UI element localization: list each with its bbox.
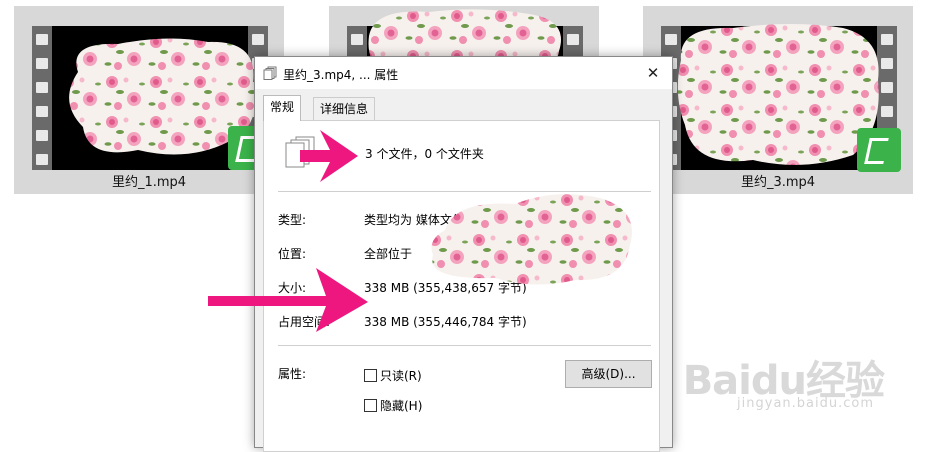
readonly-label: 只读(R) [380,369,422,383]
selection-summary: 3 个文件，0 个文件夹 [365,147,484,161]
thumbnail-caption: 里约_1.mp4 [111,175,187,190]
type-label: 类型: [278,213,307,227]
floral-cover-image [677,24,879,165]
location-value: 全部位于 [364,247,413,261]
tab-general[interactable]: 常规 [263,95,302,121]
title-bar[interactable]: 里约_3.mp4, ... 属性 ✕ [255,57,672,89]
readonly-checkbox[interactable]: 只读(R) [364,367,422,384]
arrow-icon [300,130,358,182]
location-label: 位置: [278,247,307,261]
close-button[interactable]: ✕ [640,61,666,85]
dialog-title: 里约_3.mp4, ... 属性 [283,68,399,82]
file-stack-icon [263,66,277,80]
video-thumbnail-1[interactable]: 里约_1.mp4 [14,6,284,194]
hidden-checkbox[interactable]: 隐藏(H) [364,397,422,414]
checkbox-icon [364,399,377,412]
thumbnail-caption: 里约_3.mp4 [740,175,816,190]
checkbox-icon [364,369,377,382]
disk-size-value: 338 MB (355,446,784 字节) [364,315,527,329]
watermark-url: jingyan.baidu.com [737,396,874,411]
tab-details[interactable]: 详细信息 [313,97,376,120]
close-icon: ✕ [646,64,660,82]
hidden-label: 隐藏(H) [380,399,423,413]
video-thumbnail-3[interactable]: 里约_3.mp4 [643,6,913,194]
app-badge-icon [857,128,901,172]
divider [278,345,651,346]
attributes-label: 属性: [278,367,307,381]
floral-mask-image [431,194,632,285]
advanced-button[interactable]: 高级(D)... [565,360,652,388]
arrow-icon [208,268,368,332]
